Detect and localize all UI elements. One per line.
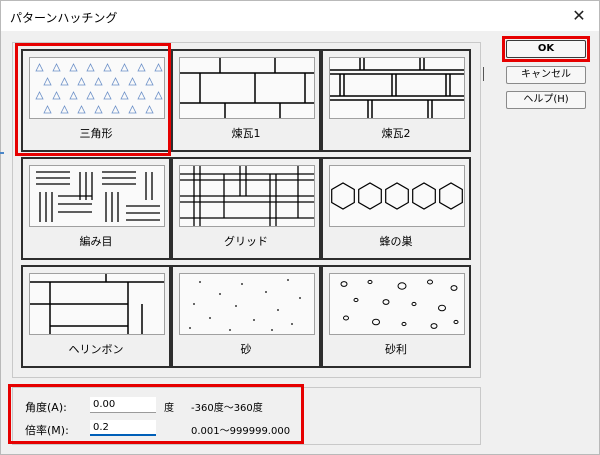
brick2-pattern-icon xyxy=(330,58,464,118)
pattern-tile-weave[interactable]: 編み目 xyxy=(21,157,171,260)
scale-range: 0.001～999999.000 xyxy=(191,426,291,437)
pattern-tile-sand[interactable]: 砂 xyxy=(171,265,321,368)
pattern-label: 三角形 xyxy=(79,127,113,140)
grid-pattern-icon xyxy=(180,166,314,226)
scale-label: 倍率(M): xyxy=(25,424,69,437)
brick1-pattern-icon xyxy=(180,58,314,118)
angle-label: 角度(A): xyxy=(25,401,67,414)
edge-marker xyxy=(0,152,4,154)
pattern-label: 砂 xyxy=(240,343,252,356)
grid-pattern-preview xyxy=(179,165,315,227)
honeycomb-pattern-icon xyxy=(331,182,463,210)
help-button[interactable]: ヘルプ(H) xyxy=(506,91,586,109)
scale-input[interactable]: 0.2 xyxy=(90,420,156,436)
pattern-label: 煉瓦2 xyxy=(381,127,411,140)
cancel-button[interactable]: キャンセル xyxy=(506,66,586,84)
sand-pattern-preview xyxy=(179,273,315,335)
honeycomb-pattern-preview xyxy=(329,165,465,227)
pattern-label: ヘリンボン xyxy=(68,343,124,356)
pattern-tile-gravel[interactable]: 砂利 xyxy=(321,265,471,368)
pattern-tile-brick1[interactable]: 煉瓦1 xyxy=(171,49,321,152)
angle-range: -360度～360度 xyxy=(191,403,263,414)
brick2-pattern-preview xyxy=(329,57,465,119)
pattern-label: 蜂の巣 xyxy=(379,235,413,248)
dialog-title: パターンハッチング xyxy=(10,11,118,25)
ok-button[interactable]: OK xyxy=(506,40,586,58)
weave-pattern-icon xyxy=(36,171,160,222)
brick1-pattern-preview xyxy=(179,57,315,119)
herringbone-pattern-icon xyxy=(30,274,164,334)
gravel-pattern-icon xyxy=(340,279,459,329)
pattern-tile-grid[interactable]: グリッド xyxy=(171,157,321,260)
pattern-label: 砂利 xyxy=(385,343,407,356)
pattern-tile-brick2[interactable]: 煉瓦2 xyxy=(321,49,471,152)
triangle-pattern-preview xyxy=(29,57,165,119)
pattern-label: グリッド xyxy=(224,235,268,248)
weave-pattern-preview xyxy=(29,165,165,227)
pattern-tile-honeycomb[interactable]: 蜂の巣 xyxy=(321,157,471,260)
angle-unit: 度 xyxy=(164,403,174,414)
pattern-tile-triangle[interactable]: 三角形 xyxy=(21,49,171,152)
pattern-tile-herringbone[interactable]: ヘリンボン xyxy=(21,265,171,368)
gravel-pattern-preview xyxy=(329,273,465,335)
herringbone-pattern-preview xyxy=(29,273,165,335)
parameters-panel: 角度(A): 0.00 度 -360度～360度 倍率(M): 0.2 0.00… xyxy=(12,387,481,445)
divider xyxy=(483,67,484,81)
pattern-label: 煉瓦1 xyxy=(231,127,261,140)
pattern-label: 編み目 xyxy=(79,235,113,248)
pattern-hatching-dialog: パターンハッチング ✕ 三角形 煉瓦1 煉瓦2 編み目 グリッド 蜂の巣 ヘリン… xyxy=(0,0,600,455)
triangle-pattern-icon xyxy=(35,63,163,114)
close-icon[interactable]: ✕ xyxy=(567,5,591,27)
sand-pattern-icon xyxy=(189,279,301,331)
angle-input[interactable]: 0.00 xyxy=(90,397,156,413)
title-bar: パターンハッチング ✕ xyxy=(1,1,599,31)
pattern-grid: 三角形 煉瓦1 煉瓦2 編み目 グリッド 蜂の巣 ヘリンボン 砂 砂利 xyxy=(12,42,481,378)
